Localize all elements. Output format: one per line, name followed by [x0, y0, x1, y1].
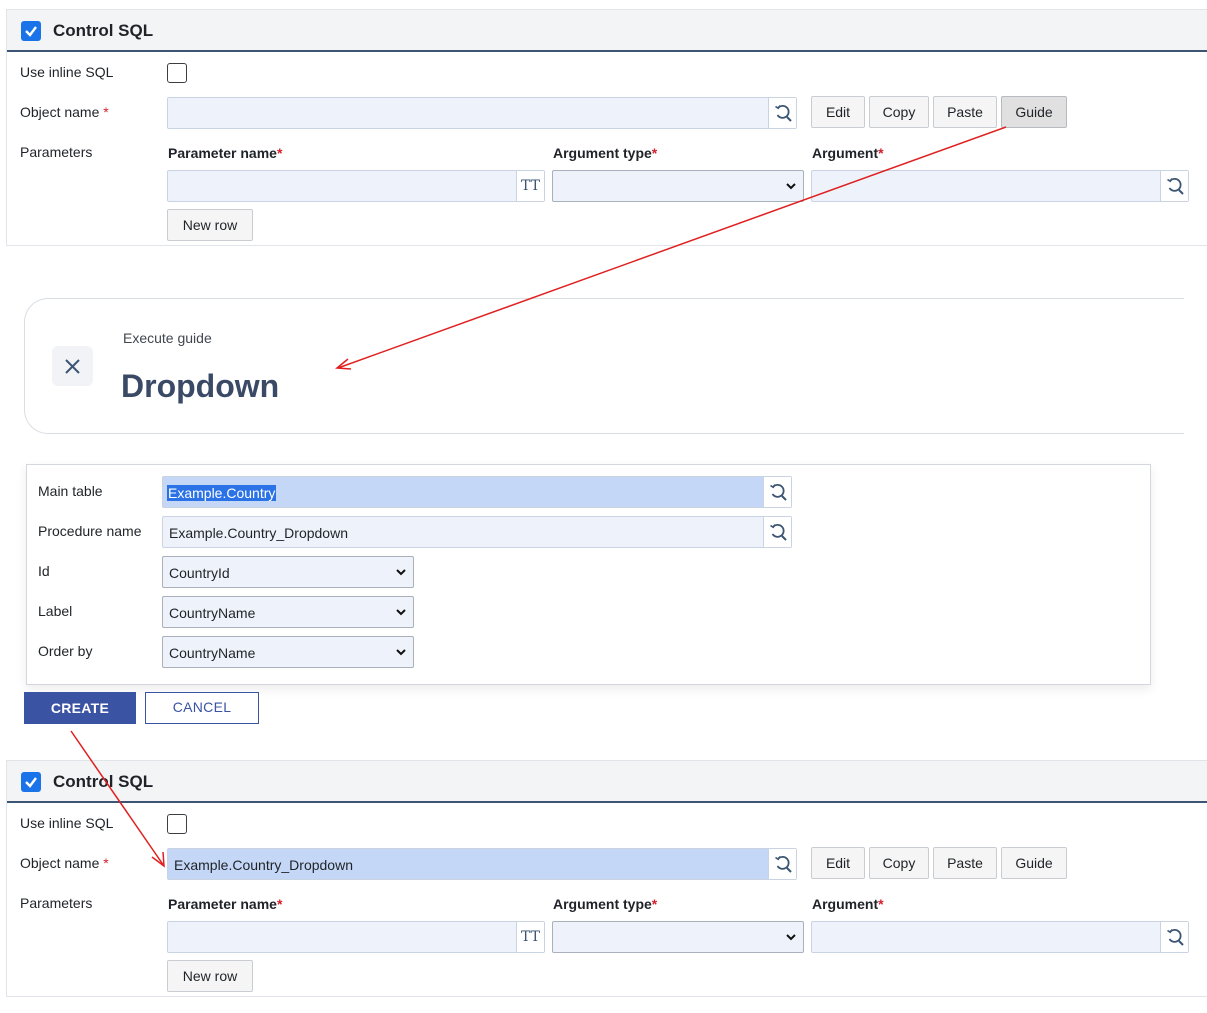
argument-type-header: Argument type*	[553, 896, 657, 912]
close-button[interactable]	[52, 346, 93, 386]
copy-button[interactable]: Copy	[869, 96, 929, 128]
required-mark: *	[276, 896, 283, 912]
parameters-label: Parameters	[20, 144, 93, 160]
edit-button[interactable]: Edit	[811, 847, 865, 879]
parameter-name-header: Parameter name*	[168, 145, 282, 161]
id-value[interactable]: CountryId	[169, 565, 230, 581]
argument-input[interactable]	[811, 921, 1189, 953]
use-inline-sql-label: Use inline SQL	[20, 815, 114, 831]
panel-title: Control SQL	[53, 21, 154, 40]
checkbox-checked-icon[interactable]	[21, 772, 41, 792]
object-name-text: Object name	[20, 104, 100, 120]
checkbox-checked-icon[interactable]	[21, 21, 41, 41]
required-mark: *	[103, 104, 109, 120]
required-mark: *	[878, 896, 884, 912]
required-mark: *	[878, 145, 884, 161]
guide-button[interactable]: Guide	[1001, 96, 1067, 128]
create-button[interactable]: CREATE	[24, 692, 136, 724]
procedure-name-input[interactable]: Example.Country_Dropdown	[162, 516, 792, 548]
lookup-icon[interactable]	[763, 517, 791, 547]
label-select[interactable]: CountryName	[162, 596, 414, 628]
required-mark: *	[651, 896, 658, 912]
chevron-down-icon	[785, 931, 797, 943]
use-inline-sql-checkbox[interactable]	[167, 814, 187, 834]
paste-button[interactable]: Paste	[933, 847, 997, 879]
argument-type-select[interactable]	[552, 170, 804, 202]
order-by-select[interactable]: CountryName	[162, 636, 414, 668]
argument-type-text: Argument type	[553, 145, 652, 161]
parameters-label: Parameters	[20, 895, 93, 911]
id-label: Id	[38, 563, 50, 579]
order-by-label: Order by	[38, 643, 93, 659]
procedure-name-value[interactable]: Example.Country_Dropdown	[169, 525, 348, 541]
lookup-icon[interactable]	[768, 849, 796, 879]
argument-header: Argument*	[812, 145, 884, 161]
guide-subtitle: Execute guide	[123, 330, 212, 346]
parameter-name-input[interactable]: TT	[167, 921, 545, 953]
object-name-label: Object name *	[20, 855, 109, 871]
main-table-input[interactable]: Example.Country	[162, 476, 792, 508]
argument-type-select[interactable]	[552, 921, 804, 953]
lookup-icon[interactable]	[1160, 171, 1188, 201]
edit-button[interactable]: Edit	[811, 96, 865, 128]
chevron-down-icon	[395, 606, 407, 618]
object-name-input[interactable]	[167, 97, 797, 129]
argument-type-text: Argument type	[553, 896, 652, 912]
required-mark: *	[651, 145, 658, 161]
lookup-icon[interactable]	[768, 98, 796, 128]
guide-title: Dropdown	[121, 368, 280, 404]
required-mark: *	[103, 855, 109, 871]
main-table-label: Main table	[38, 483, 103, 499]
argument-header: Argument*	[812, 896, 884, 912]
argument-text: Argument	[812, 896, 879, 912]
panel-header	[7, 10, 1207, 52]
use-inline-sql-checkbox[interactable]	[167, 63, 187, 83]
lookup-icon[interactable]	[1160, 922, 1188, 952]
required-mark: *	[276, 145, 283, 161]
use-inline-sql-label: Use inline SQL	[20, 64, 114, 80]
parameter-name-text: Parameter name	[168, 145, 277, 161]
close-icon	[65, 359, 80, 374]
label-label: Label	[38, 603, 73, 619]
order-by-value[interactable]: CountryName	[169, 645, 255, 661]
main-table-value[interactable]: Example.Country	[167, 485, 277, 501]
parameter-name-input[interactable]: TT	[167, 170, 545, 202]
object-name-value[interactable]: Example.Country_Dropdown	[174, 857, 353, 873]
argument-type-header: Argument type*	[553, 145, 657, 161]
label-value[interactable]: CountryName	[169, 605, 255, 621]
guide-button[interactable]: Guide	[1001, 847, 1067, 879]
argument-text: Argument	[812, 145, 879, 161]
text-type-icon[interactable]: TT	[516, 171, 544, 201]
chevron-down-icon	[395, 646, 407, 658]
cancel-button[interactable]: CANCEL	[145, 692, 259, 724]
object-name-text: Object name	[20, 855, 100, 871]
id-select[interactable]: CountryId	[162, 556, 414, 588]
chevron-down-icon	[785, 180, 797, 192]
guide-header-card	[24, 298, 1184, 434]
object-name-input[interactable]: Example.Country_Dropdown	[167, 848, 797, 880]
main-table-value-wrap[interactable]: Example.Country	[167, 485, 277, 501]
argument-input[interactable]	[811, 170, 1189, 202]
new-row-button[interactable]: New row	[167, 960, 253, 992]
paste-button[interactable]: Paste	[933, 96, 997, 128]
panel-header	[7, 761, 1207, 803]
panel-title: Control SQL	[53, 772, 154, 791]
chevron-down-icon	[395, 566, 407, 578]
new-row-button[interactable]: New row	[167, 209, 253, 241]
procedure-name-label: Procedure name	[38, 523, 142, 539]
parameter-name-text: Parameter name	[168, 896, 277, 912]
text-type-icon[interactable]: TT	[516, 922, 544, 952]
lookup-icon[interactable]	[763, 477, 791, 507]
object-name-label: Object name *	[20, 104, 109, 120]
parameter-name-header: Parameter name*	[168, 896, 282, 912]
copy-button[interactable]: Copy	[869, 847, 929, 879]
